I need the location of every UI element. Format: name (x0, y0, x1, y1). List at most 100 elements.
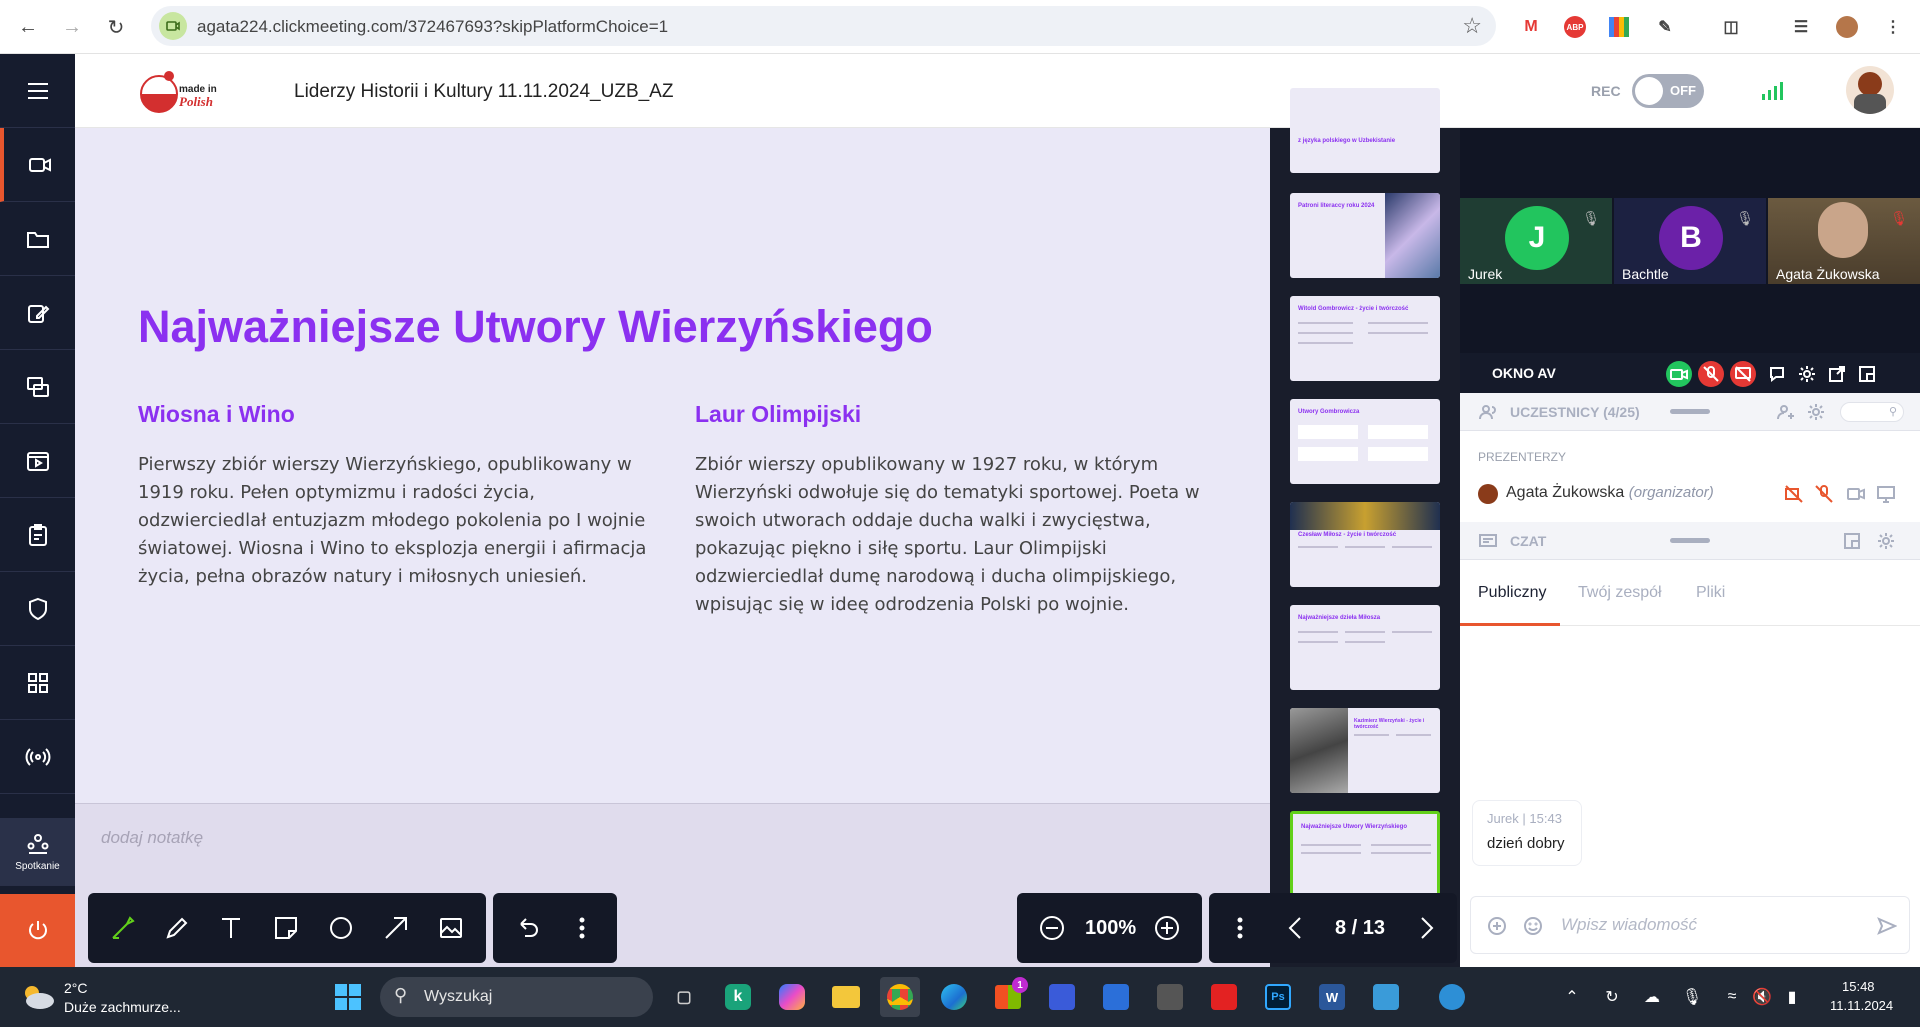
pencil-tool-button[interactable] (160, 911, 194, 945)
camera-toggle-button[interactable] (1666, 361, 1692, 387)
sidebar-item-whiteboard[interactable] (0, 276, 75, 350)
volume-muted-icon[interactable]: 🔇 (1750, 985, 1774, 1009)
app-icon[interactable] (1042, 977, 1082, 1017)
tab-public[interactable]: Publiczny (1478, 584, 1546, 602)
acrobat-icon[interactable] (1204, 977, 1244, 1017)
screen-share-toggle-button[interactable] (1730, 361, 1756, 387)
chat-popout-icon[interactable] (1840, 529, 1864, 553)
media-control-icon[interactable]: ☰ (1788, 14, 1814, 40)
taskbar-search[interactable]: ⚲ Wyszukaj (380, 977, 653, 1017)
profile-avatar-icon[interactable] (1834, 14, 1860, 40)
store-icon[interactable]: 1 (988, 977, 1028, 1017)
leave-button[interactable] (0, 894, 75, 967)
file-explorer-icon[interactable] (826, 977, 866, 1017)
microphone-icon[interactable]: 🎙 (1680, 985, 1704, 1009)
more-tools-button[interactable] (565, 911, 599, 945)
arrow-tool-button[interactable] (379, 911, 413, 945)
photoshop-icon[interactable]: Ps (1258, 977, 1298, 1017)
tab-files[interactable]: Pliki (1696, 584, 1725, 602)
av-settings-button[interactable] (1794, 361, 1820, 387)
next-slide-button[interactable] (1409, 911, 1443, 945)
calendar-icon[interactable] (1096, 977, 1136, 1017)
presenter-mic-off-icon[interactable] (1812, 482, 1836, 506)
presenter-screen-icon[interactable] (1874, 482, 1898, 506)
text-tool-button[interactable] (214, 911, 248, 945)
clock-time[interactable]: 15:48 (1842, 979, 1875, 994)
video-tile[interactable]: B 🎙 Bachtle (1614, 198, 1766, 284)
app-icon[interactable] (1150, 977, 1190, 1017)
chat-message-input[interactable] (1561, 911, 1861, 939)
participants-settings-icon[interactable] (1804, 400, 1828, 424)
previous-slide-button[interactable] (1279, 911, 1313, 945)
edge-icon[interactable] (934, 977, 974, 1017)
clock-date[interactable]: 11.11.2024 (1830, 998, 1893, 1013)
sidebar-item-apps[interactable] (0, 646, 75, 720)
battery-icon[interactable]: ▮ (1780, 985, 1804, 1009)
sidebar-item-files[interactable] (0, 202, 75, 276)
google-icon[interactable] (1606, 14, 1632, 40)
zoom-in-button[interactable] (1150, 911, 1184, 945)
slide-thumbnail[interactable]: Najważniejsze dzieła Miłosza (1290, 605, 1440, 690)
slide-thumbnail[interactable]: Witold Gombrowicz - życie i twórczość (1290, 296, 1440, 381)
circle-tool-button[interactable] (324, 911, 358, 945)
reading-list-icon[interactable]: ◫ (1718, 14, 1744, 40)
menu-button[interactable] (0, 54, 75, 128)
wifi-icon[interactable]: ≈ (1720, 985, 1744, 1009)
app-icon[interactable] (1432, 977, 1472, 1017)
app-icon[interactable] (1366, 977, 1406, 1017)
undo-button[interactable] (510, 911, 544, 945)
chrome-icon[interactable] (880, 977, 920, 1017)
task-view-icon[interactable]: ▢ (664, 977, 704, 1017)
slide-thumbnail[interactable]: Patroni literaccy roku 2024 (1290, 193, 1440, 278)
resize-grip[interactable] (1670, 409, 1710, 414)
slide-thumbnail[interactable]: Czesław Miłosz - życie i twórczość (1290, 502, 1440, 587)
sync-icon[interactable]: ↻ (1600, 985, 1624, 1009)
onedrive-icon[interactable]: ☁ (1640, 985, 1664, 1009)
reload-icon[interactable]: ↻ (102, 13, 130, 41)
presentation-slide[interactable]: Najważniejsze Utwory Wierzyńskiego Wiosn… (75, 128, 1270, 803)
participants-header[interactable]: UCZESTNICY (4/25) ⚲ (1460, 393, 1920, 431)
attach-plus-icon[interactable] (1485, 914, 1509, 938)
copilot-icon[interactable] (772, 977, 812, 1017)
slide-thumbnail[interactable]: z języka polskiego w Uzbekistanie (1290, 88, 1440, 173)
slide-options-button[interactable] (1223, 911, 1257, 945)
sidebar-item-test[interactable] (0, 572, 75, 646)
back-icon[interactable]: ← (14, 13, 42, 41)
resize-grip[interactable] (1670, 538, 1710, 543)
gmail-icon[interactable]: M (1518, 14, 1544, 40)
weather-temperature[interactable]: 2°C (64, 980, 88, 996)
sidebar-item-screenshare[interactable] (0, 350, 75, 424)
bookmark-star-icon[interactable]: ☆ (1462, 13, 1482, 39)
chat-bubble-button[interactable] (1764, 361, 1790, 387)
extensions-puzzle-icon[interactable]: ✎ (1652, 14, 1678, 40)
sidebar-item-meeting[interactable]: Spotkanie (0, 818, 75, 886)
presenter-camera-off-icon[interactable] (1782, 482, 1806, 506)
address-bar[interactable]: agata224.clickmeeting.com/372467693?skip… (151, 6, 1496, 46)
slide-thumbnail[interactable]: Kazimierz Wierzyński - życie i twórczość (1290, 708, 1440, 793)
forward-icon[interactable]: → (58, 13, 86, 41)
sidebar-item-camera[interactable] (0, 128, 75, 202)
layout-button[interactable] (1854, 361, 1880, 387)
chevron-up-icon[interactable]: ⌃ (1560, 985, 1584, 1009)
pointer-tool-button[interactable] (106, 911, 140, 945)
kaspersky-icon[interactable]: k (718, 977, 758, 1017)
weather-description[interactable]: Duże zachmurze... (64, 999, 181, 1015)
video-tile[interactable]: 🎙 Agata Żukowska (1768, 198, 1920, 284)
chat-header[interactable]: CZAT (1460, 522, 1920, 560)
start-button[interactable] (328, 977, 368, 1017)
video-tile[interactable]: J 🎙 Jurek (1460, 198, 1612, 284)
presenter-video-icon[interactable] (1844, 482, 1868, 506)
site-info-icon[interactable] (159, 12, 187, 40)
rec-toggle[interactable]: OFF (1632, 74, 1704, 108)
tab-team[interactable]: Twój zespół (1578, 584, 1662, 602)
participant-search-input[interactable]: ⚲ (1840, 402, 1904, 422)
slide-thumbnail-active[interactable]: Najważniejsze Utwory Wierzyńskiego (1290, 811, 1440, 896)
word-icon[interactable]: W (1312, 977, 1352, 1017)
user-avatar[interactable] (1846, 66, 1894, 114)
sidebar-item-surveys[interactable] (0, 498, 75, 572)
pop-out-button[interactable] (1824, 361, 1850, 387)
emoji-icon[interactable] (1521, 914, 1545, 938)
adblock-icon[interactable]: ABP (1564, 16, 1586, 38)
add-participant-icon[interactable] (1774, 400, 1798, 424)
menu-dots-icon[interactable]: ⋮ (1880, 14, 1906, 40)
